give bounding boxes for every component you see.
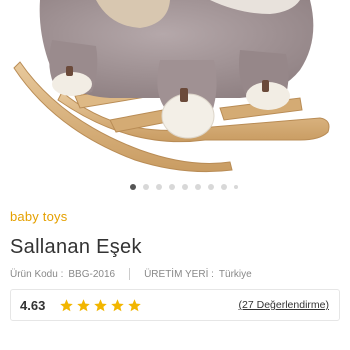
- carousel-dot[interactable]: [143, 184, 149, 190]
- star-icon: [111, 298, 125, 311]
- reviews-link[interactable]: (27 Değerlendirme): [239, 299, 329, 311]
- carousel-dot[interactable]: [221, 184, 227, 190]
- origin-value: Türkiye: [218, 268, 252, 280]
- star-icon: [128, 298, 142, 311]
- rating-stars: [59, 298, 142, 313]
- product-meta: Ürün Kodu : BBG-2016 ÜRETİM YERİ : Türki…: [10, 268, 252, 280]
- product-code-label: Ürün Kodu :: [10, 268, 64, 280]
- meta-divider: [129, 268, 131, 280]
- carousel-dot[interactable]: [169, 184, 175, 190]
- product-title: Sallanan Eşek: [10, 236, 142, 258]
- rating-summary: 4.63 (27 Değerlendirme): [10, 289, 340, 321]
- carousel-dot[interactable]: [130, 184, 136, 190]
- carousel-dot[interactable]: [234, 185, 238, 189]
- carousel-dot[interactable]: [195, 184, 201, 190]
- star-icon: [60, 298, 74, 311]
- brand-link[interactable]: baby toys: [10, 209, 67, 224]
- rating-score: 4.63: [20, 297, 46, 313]
- carousel-indicator[interactable]: [0, 182, 350, 192]
- origin-label: ÜRETİM YERİ :: [144, 268, 214, 280]
- product-image[interactable]: [0, 0, 350, 178]
- product-code-value: BBG-2016: [68, 268, 116, 280]
- star-icon: [77, 298, 91, 311]
- carousel-dot[interactable]: [208, 184, 214, 190]
- carousel-dot[interactable]: [182, 184, 188, 190]
- rocking-donkey-illustration: [13, 0, 330, 173]
- carousel-dot[interactable]: [156, 184, 162, 190]
- star-icon: [94, 298, 108, 311]
